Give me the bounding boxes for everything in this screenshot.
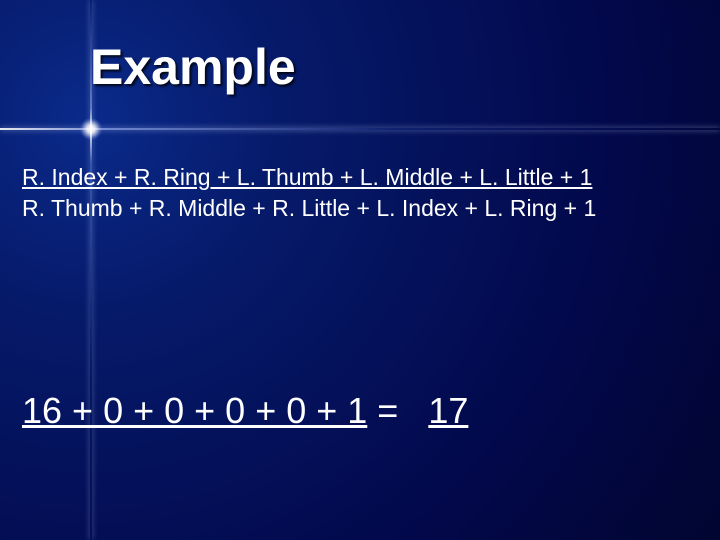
- calc-block: 16 + 0 + 0 + 0 + 0 + 1 = 17 0 + 0 + 0 + …: [22, 290, 468, 540]
- calc-row-1-underlined: 16 + 0 + 0 + 0 + 0 + 1: [22, 390, 367, 431]
- formula-row-1-underlined: R. Index + R. Ring + L. Thumb + L. Middl…: [22, 164, 592, 190]
- slide: Example R. Index + R. Ring + L. Thumb + …: [0, 0, 720, 540]
- formula-block: R. Index + R. Ring + L. Thumb + L. Middl…: [22, 162, 698, 224]
- formula-row-2-prefix: R. Thumb + R. Middle + R. Little +: [22, 195, 376, 221]
- formula-row-2: R. Thumb + R. Middle + R. Little + L. In…: [22, 193, 698, 224]
- decor-flare-core: [80, 118, 102, 140]
- formula-row-1: R. Index + R. Ring + L. Thumb + L. Middl…: [22, 162, 698, 193]
- formula-row-2-suffix: L. Index + L. Ring + 1: [376, 195, 596, 221]
- slide-title: Example: [90, 38, 296, 96]
- calc-row-1-result: 17: [428, 390, 468, 431]
- decor-horizontal-flare: [0, 128, 720, 130]
- calc-row-1-eq: =: [367, 390, 428, 431]
- calc-row-2: 0 + 0 + 0 + 2 + 0 + 1 = 3: [22, 533, 468, 540]
- calc-row-1: 16 + 0 + 0 + 0 + 0 + 1 = 17: [22, 387, 468, 436]
